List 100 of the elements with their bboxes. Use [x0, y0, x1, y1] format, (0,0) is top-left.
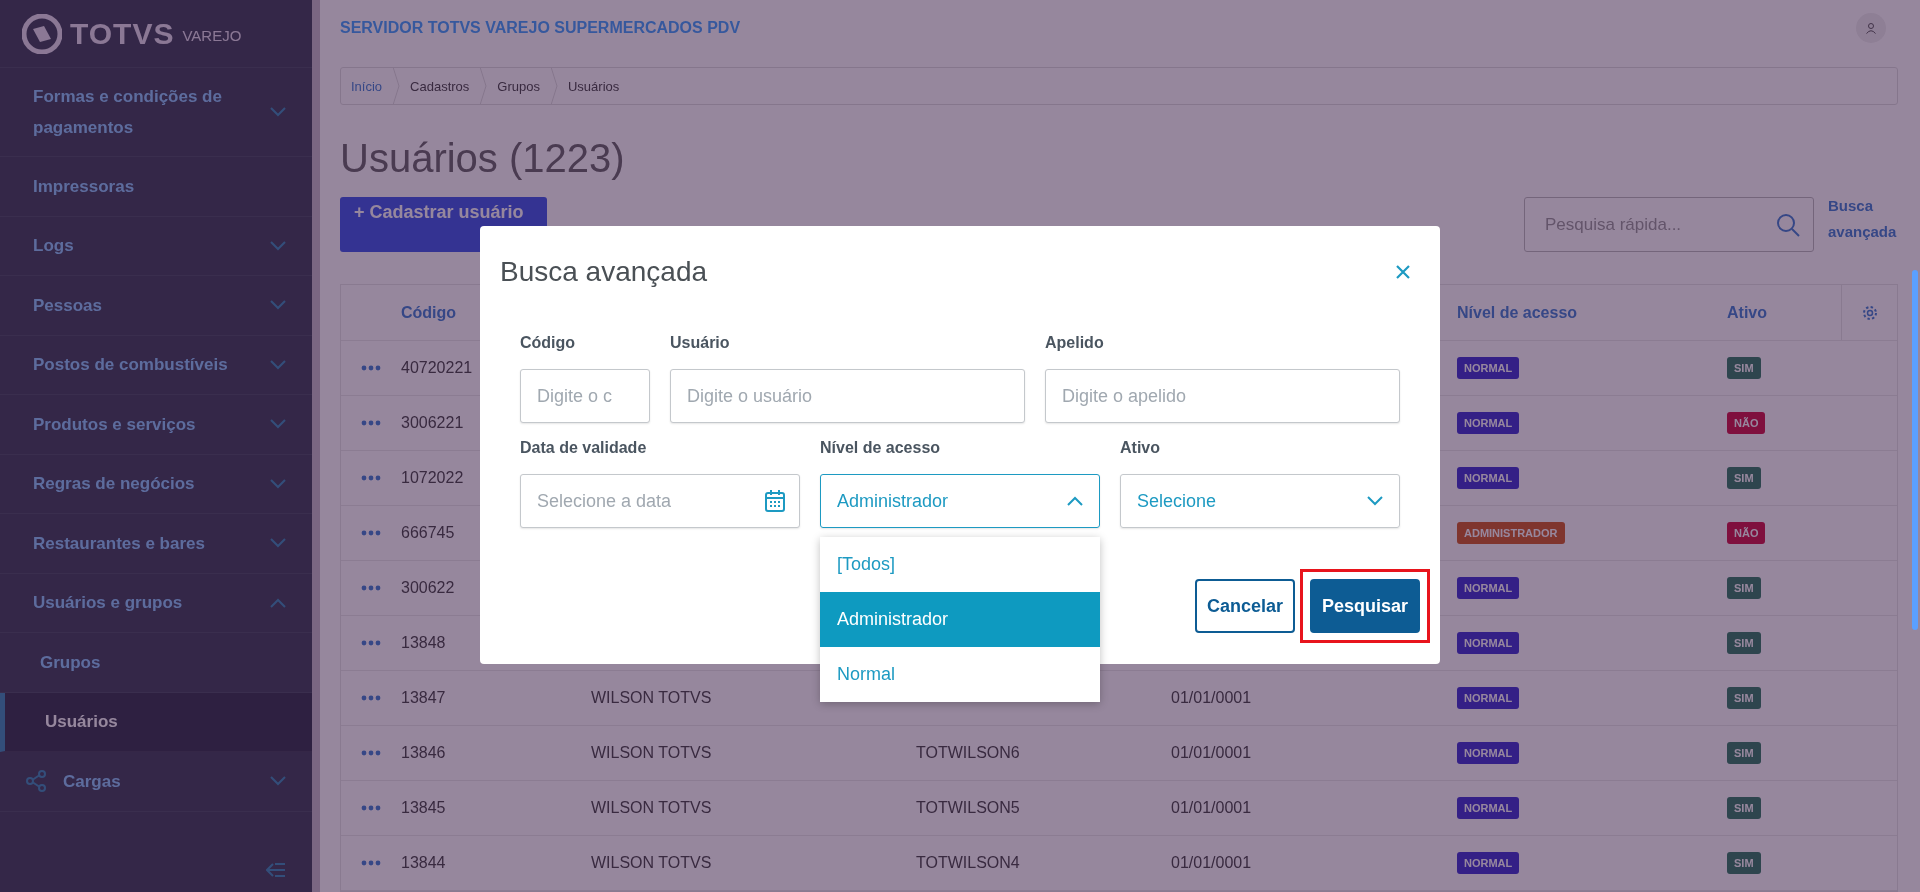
app-title: SERVIDOR TOTVS VAREJO SUPERMERCADOS PDV [340, 18, 741, 37]
access-level-badge: NORMAL [1457, 852, 1520, 874]
sidebar-item[interactable]: Usuários e grupos [0, 573, 312, 633]
field-label: Usuário [670, 333, 731, 353]
breadcrumb-link[interactable]: Grupos [497, 78, 540, 94]
dropdown-option[interactable]: Administrador [820, 592, 1100, 647]
table-cell-text: TOTWILSON4 [916, 854, 1021, 872]
sidebar-subitem[interactable]: Grupos [0, 633, 312, 693]
table-cell-text: 40720221 [401, 359, 474, 377]
select-field[interactable]: Administrador [820, 474, 1100, 528]
more-actions-icon[interactable] [361, 585, 381, 591]
more-actions-icon[interactable] [361, 860, 381, 866]
active-status-badge: SIM [1727, 687, 1761, 709]
access-level-badge: ADMINISTRADOR [1457, 522, 1565, 544]
select-field[interactable]: Selecione [1120, 474, 1400, 528]
active-status-badge: SIM [1727, 742, 1761, 764]
table-cell-text: 13844 [401, 854, 447, 872]
sidebar-item[interactable]: Impressoras [0, 157, 312, 217]
sidebar-item[interactable]: Logs [0, 216, 312, 276]
breadcrumb-link[interactable]: Cadastros [410, 78, 470, 94]
active-status-badge: SIM [1727, 852, 1761, 874]
table-cell-text: TOTWILSON5 [916, 799, 1021, 817]
active-status-badge: SIM [1727, 357, 1761, 379]
dropdown-option[interactable]: Normal [820, 647, 1100, 702]
active-status-badge: SIM [1727, 467, 1761, 489]
scrollbar-thumb[interactable] [1912, 270, 1918, 630]
page-title: Usuários (1223) [340, 135, 626, 182]
chevron-down-icon [270, 359, 286, 370]
close-icon [1395, 264, 1411, 280]
sidebar-item[interactable]: Regras de negócios [0, 454, 312, 514]
chevron-down-icon [270, 776, 286, 787]
share-icon [25, 770, 47, 793]
more-actions-icon[interactable] [361, 805, 381, 811]
sidebar-item[interactable]: Formas e condições de pagamentos [0, 68, 312, 157]
active-status-badge: SIM [1727, 577, 1761, 599]
product-name: VAREJO [182, 27, 242, 44]
table-cell-text: WILSON TOTVS [591, 744, 713, 762]
sidebar-subitem[interactable]: Usuários [0, 692, 312, 752]
more-actions-icon[interactable] [361, 365, 381, 371]
search-button[interactable]: Pesquisar [1309, 579, 1420, 633]
field-label: Nível de acesso [820, 438, 942, 458]
sidebar-item[interactable]: Postos de combustíveis [0, 335, 312, 395]
chevron-down-icon [270, 240, 286, 251]
settings-icon[interactable] [1861, 304, 1878, 321]
dropdown-option[interactable]: [Todos] [820, 537, 1100, 592]
user-avatar[interactable] [1856, 12, 1886, 43]
column-header[interactable]: Ativo [1727, 303, 1841, 322]
calendar-icon[interactable] [764, 489, 786, 513]
field-label: Ativo [1120, 438, 1161, 458]
date-field[interactable]: Selecione a data [520, 474, 800, 528]
field-label: Data de validade [520, 438, 648, 458]
more-actions-icon[interactable] [361, 475, 381, 481]
access-level-badge: NORMAL [1457, 412, 1520, 434]
text-field[interactable]: Digite o apelido [1045, 369, 1400, 423]
table-cell-text: WILSON TOTVS [591, 854, 713, 872]
more-actions-icon[interactable] [361, 695, 381, 701]
field-label: Apelido [1045, 333, 1105, 353]
search-icon[interactable] [1776, 212, 1800, 237]
collapse-menu-icon[interactable] [266, 862, 286, 878]
breadcrumb-link[interactable]: Início [351, 78, 383, 94]
table-cell-text: 300622 [401, 579, 456, 597]
chevron-down-icon [1367, 496, 1383, 506]
table-cell-text: 01/01/0001 [1171, 799, 1253, 817]
more-actions-icon[interactable] [361, 530, 381, 536]
table-cell-text: 3006221 [401, 414, 465, 432]
more-actions-icon[interactable] [361, 420, 381, 426]
table-cell-text: 13847 [401, 689, 447, 707]
sidebar-item[interactable]: Pessoas [0, 276, 312, 336]
access-level-badge: NORMAL [1457, 467, 1520, 489]
chevron-up-icon [1067, 496, 1083, 506]
breadcrumb-link[interactable]: Usuários [567, 78, 620, 94]
chevron-up-icon [270, 597, 286, 608]
sidebar-item[interactable]: Produtos e serviços [0, 395, 312, 455]
chevron-down-icon [270, 478, 286, 489]
advanced-search-link[interactable]: Busca avançada [1828, 193, 1898, 245]
table-cell-text: WILSON TOTVS [591, 689, 713, 707]
active-status-badge: NÃO [1727, 412, 1766, 434]
access-level-badge: NORMAL [1457, 742, 1520, 764]
access-level-badge: NORMAL [1457, 577, 1520, 599]
active-status-badge: NÃO [1727, 522, 1766, 544]
chevron-down-icon [270, 538, 286, 549]
text-field[interactable]: Digite o c [520, 369, 650, 423]
chevron-down-icon [270, 300, 286, 311]
active-status-badge: SIM [1727, 797, 1761, 819]
table-cell-text: TOTWILSON6 [916, 744, 1021, 762]
active-status-badge: SIM [1727, 632, 1761, 654]
table-cell-text: 13848 [401, 634, 447, 652]
text-field[interactable]: Digite o usuário [670, 369, 1025, 423]
brand-name: TOTVS [70, 16, 175, 51]
more-actions-icon[interactable] [361, 750, 381, 756]
chevron-down-icon [270, 107, 286, 117]
access-level-badge: NORMAL [1457, 797, 1520, 819]
sidebar-item[interactable]: Restaurantes e bares [0, 514, 312, 574]
chevron-down-icon [270, 419, 286, 430]
table-cell-text: 01/01/0001 [1171, 744, 1253, 762]
table-cell-text: 01/01/0001 [1171, 854, 1253, 872]
column-header[interactable]: Nível de acesso [1457, 303, 1727, 322]
sidebar-item[interactable]: Cargas [0, 752, 312, 812]
more-actions-icon[interactable] [361, 640, 381, 646]
cancel-button[interactable]: Cancelar [1194, 579, 1295, 633]
